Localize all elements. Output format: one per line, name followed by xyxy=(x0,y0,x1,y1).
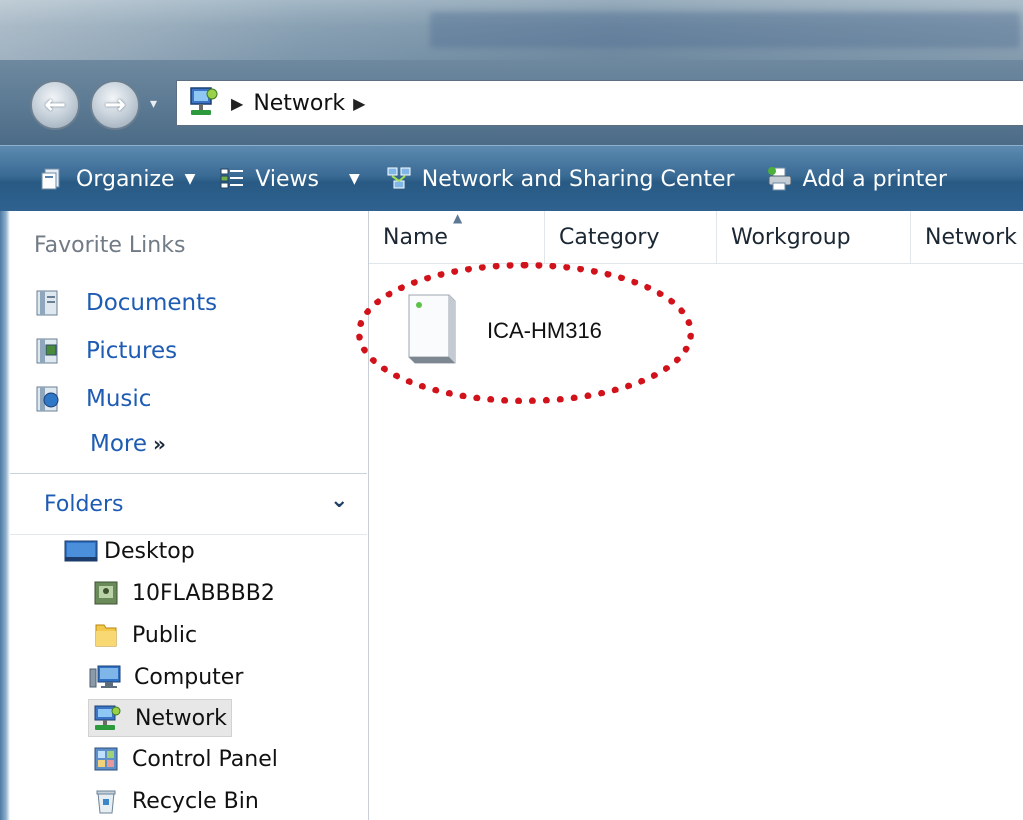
music-icon xyxy=(34,385,62,413)
favorite-links-header: Favorite Links xyxy=(34,233,186,258)
recycle-bin-icon xyxy=(92,787,120,815)
tree-item-computer[interactable]: Computer xyxy=(88,659,243,695)
control-panel-icon xyxy=(92,745,120,773)
double-chevron-icon: » xyxy=(153,432,166,456)
network-sharing-icon xyxy=(386,166,412,192)
printer-icon xyxy=(767,166,793,192)
command-bar: Organize ▼ Views ▼ Network and Sharing C… xyxy=(0,145,1023,212)
tree-item-label: Control Panel xyxy=(132,746,278,772)
add-printer-label: Add a printer xyxy=(802,166,947,192)
breadcrumb-chevron-icon[interactable]: ▶ xyxy=(353,94,365,113)
column-header-category[interactable]: Category xyxy=(545,211,717,263)
favorite-link-label: Documents xyxy=(86,290,218,316)
column-header-network[interactable]: Network xyxy=(911,211,1023,263)
views-label: Views xyxy=(255,166,320,192)
forward-button[interactable]: → xyxy=(90,80,140,130)
network-device-label: ICA-HM316 xyxy=(487,318,602,343)
tree-item-desktop[interactable]: Desktop xyxy=(64,533,195,569)
network-sharing-label: Network and Sharing Center xyxy=(421,166,735,192)
column-header-label: Name xyxy=(383,224,448,250)
content-pane: ▲ Name Category Workgroup Network ICA-HM… xyxy=(369,211,1023,820)
favorite-link-documents[interactable]: Documents xyxy=(34,285,217,321)
tree-item-label: 10FLABBBB2 xyxy=(132,580,275,606)
chevron-down-icon: ▼ xyxy=(184,171,196,187)
tree-item-label: Public xyxy=(132,622,198,648)
tree-item-label: Computer xyxy=(134,664,244,690)
column-header-name[interactable]: ▲ Name xyxy=(369,211,545,263)
chevron-down-icon: ▼ xyxy=(349,171,360,187)
network-icon xyxy=(89,704,123,732)
forward-arrow-icon: → xyxy=(104,90,126,120)
organize-icon xyxy=(40,166,66,192)
tree-item-public[interactable]: Public xyxy=(92,617,197,653)
tree-item-label: Network xyxy=(135,705,227,731)
documents-icon xyxy=(34,289,62,317)
address-bar[interactable]: ▶ Network ▶ xyxy=(176,80,1023,126)
window-title-blurred xyxy=(430,12,1020,48)
favorite-link-label: Pictures xyxy=(86,338,178,364)
folders-header: Folders xyxy=(44,492,124,517)
desktop-icon xyxy=(64,537,98,565)
chevron-down-icon: ⌄ xyxy=(330,488,349,513)
favorite-link-pictures[interactable]: Pictures xyxy=(34,333,177,369)
more-links-button[interactable]: More» xyxy=(90,431,166,457)
column-header-label: Workgroup xyxy=(731,224,851,250)
column-headers: ▲ Name Category Workgroup Network xyxy=(369,211,1023,264)
navigation-pane: Favorite Links Documents Pictures Music … xyxy=(0,211,369,820)
back-button[interactable]: ← xyxy=(30,80,80,130)
column-header-label: Category xyxy=(559,224,660,250)
favorite-link-label: Music xyxy=(86,386,152,412)
tree-item-recycle-bin[interactable]: Recycle Bin xyxy=(92,783,259,819)
user-folder-icon xyxy=(92,579,120,607)
views-icon xyxy=(219,166,245,192)
column-header-label: Network xyxy=(925,224,1017,250)
pictures-icon xyxy=(34,337,62,365)
tree-item-label: Desktop xyxy=(104,538,195,564)
tree-item-user-folder[interactable]: 10FLABBBB2 xyxy=(92,575,275,611)
recent-pages-dropdown[interactable]: ▾ xyxy=(150,96,164,116)
network-device-item[interactable]: ICA-HM316 xyxy=(399,291,602,371)
add-printer-button[interactable]: Add a printer xyxy=(757,156,957,202)
network-sharing-center-button[interactable]: Network and Sharing Center xyxy=(376,156,745,202)
views-button[interactable]: Views ▼ xyxy=(209,156,369,202)
pane-edge xyxy=(0,211,10,820)
tree-item-network[interactable]: Network xyxy=(88,699,232,737)
network-icon xyxy=(185,86,219,120)
sort-ascending-icon: ▲ xyxy=(453,211,463,225)
window-titlebar: ← → ▾ ▶ Network ▶ xyxy=(0,0,1023,145)
network-device-icon xyxy=(399,289,463,373)
tree-item-control-panel[interactable]: Control Panel xyxy=(92,741,278,777)
column-header-workgroup[interactable]: Workgroup xyxy=(717,211,911,263)
more-label: More xyxy=(90,431,148,457)
breadcrumb-separator-icon[interactable]: ▶ xyxy=(231,94,243,113)
organize-button[interactable]: Organize ▼ xyxy=(30,156,205,202)
tree-item-label: Recycle Bin xyxy=(132,788,259,814)
breadcrumb-network[interactable]: Network xyxy=(253,91,345,116)
back-arrow-icon: ← xyxy=(44,90,66,120)
folders-toggle[interactable]: Folders ⌄ xyxy=(10,473,367,535)
folder-icon xyxy=(92,621,120,649)
computer-icon xyxy=(88,663,122,691)
favorite-link-music[interactable]: Music xyxy=(34,381,151,417)
organize-label: Organize xyxy=(76,166,175,192)
